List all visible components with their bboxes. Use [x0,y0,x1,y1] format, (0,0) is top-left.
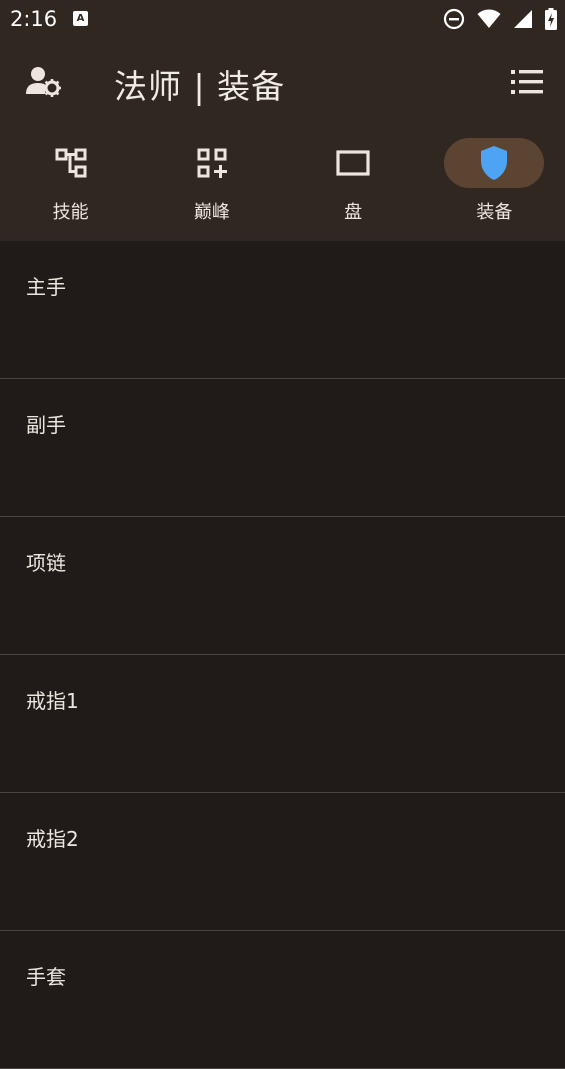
equipment-slot-list: 主手 副手 项链 戒指1 戒指2 手套 [0,241,565,1069]
tab-icon-container [21,138,121,188]
list-item-off-hand[interactable]: 副手 [0,379,565,517]
skill-tree-icon [55,148,87,178]
list-item-label: 戒指2 [26,827,79,851]
tab-skills[interactable]: 技能 [0,132,141,232]
app-bar: 法师 | 装备 [0,44,565,120]
list-item-label: 戒指1 [26,689,79,713]
status-time: 2:16 [10,7,58,31]
status-icons [443,8,557,30]
list-item-label: 主手 [26,275,66,299]
tab-paragon[interactable]: 巅峰 [141,132,282,232]
tab-label: 装备 [476,202,513,223]
list-item-ring-1[interactable]: 戒指1 [0,655,565,793]
tab-icon-container [162,138,262,188]
list-item-gloves[interactable]: 手套 [0,931,565,1069]
top-bar: 2:16 A 法师 | 装备 技能 巅峰 盘 装备 [0,0,565,241]
battery-charging-icon [545,8,557,30]
tab-icon-container-active [444,138,545,188]
tab-label: 盘 [344,202,363,223]
grid-add-icon [197,148,227,178]
navigation-tabs: 技能 巅峰 盘 装备 [0,132,565,232]
page-title: 法师 | 装备 [114,67,286,106]
list-menu-icon[interactable] [511,68,543,96]
cell-signal-icon [514,10,532,28]
list-item-main-hand[interactable]: 主手 [0,241,565,379]
list-item-label: 手套 [26,965,66,989]
notification-icon: A [73,11,88,26]
list-item-label: 项链 [26,551,66,575]
tab-icon-container [303,138,403,188]
list-item-necklace[interactable]: 项链 [0,517,565,655]
tab-label: 技能 [52,202,89,223]
wifi-icon [477,9,501,28]
do-not-disturb-icon [443,8,465,30]
shield-icon [481,146,508,180]
tab-equipment[interactable]: 装备 [424,132,565,232]
status-bar: 2:16 A [0,0,565,38]
account-settings-icon[interactable] [26,66,62,98]
list-item-label: 副手 [26,413,66,437]
tab-label: 巅峰 [193,202,230,223]
board-rectangle-icon [336,150,370,176]
list-item-ring-2[interactable]: 戒指2 [0,793,565,931]
tab-board[interactable]: 盘 [283,132,424,232]
